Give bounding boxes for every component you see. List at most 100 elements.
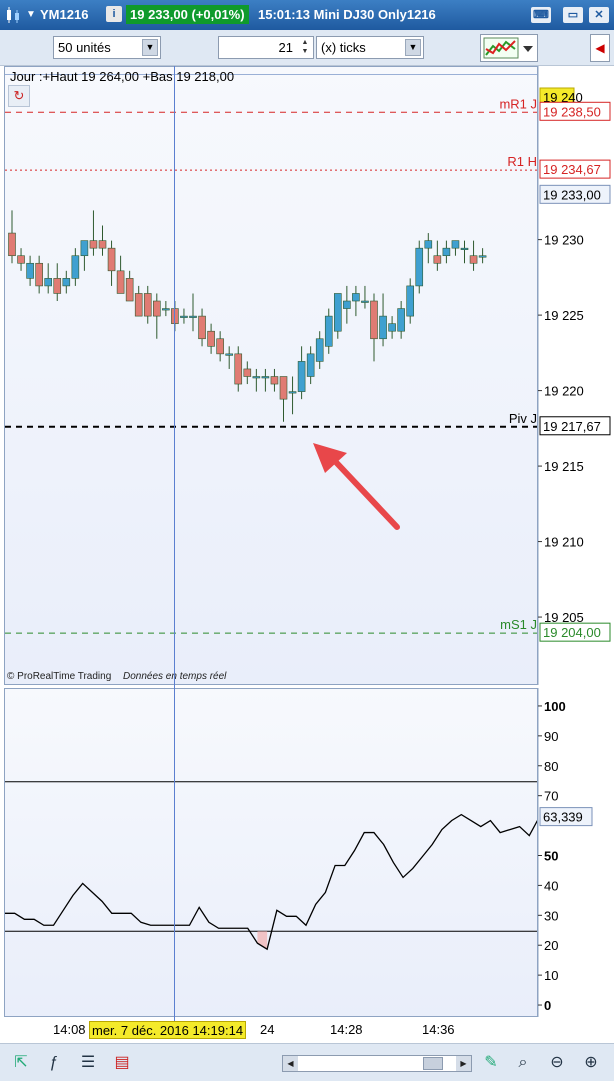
candle-body — [279, 376, 288, 400]
candle — [333, 293, 342, 339]
zoom-fit-icon[interactable]: ⌕ — [512, 1052, 534, 1074]
side-panel-toggle-icon[interactable]: ◀ — [590, 34, 610, 62]
candle-body — [469, 255, 478, 264]
window-title: 15:01:13 Mini DJ30 Only1216 — [258, 7, 436, 22]
candle — [180, 308, 188, 324]
candle — [71, 248, 80, 286]
ticks-unit-value: (x) ticks — [321, 40, 366, 55]
indicator-axis: 100 90 80 70 50 40 30 20 10 0 63,339 — [538, 688, 614, 1017]
copyright-text: © ProRealTime Trading — [7, 671, 112, 682]
candle-body — [415, 247, 424, 287]
candle — [406, 278, 415, 324]
candle — [234, 346, 243, 392]
candle — [370, 293, 378, 362]
candle-body — [388, 323, 396, 332]
chevron-down-icon[interactable]: ▼ — [142, 39, 158, 56]
candle-body — [243, 368, 252, 377]
refresh-icon[interactable]: ↻ — [8, 85, 30, 107]
list-icon[interactable]: ☰ — [77, 1052, 99, 1074]
level-value-label: 19 204,00 — [543, 625, 601, 640]
candle-body — [134, 293, 143, 317]
scroll-right-icon[interactable]: ▶ — [456, 1056, 471, 1071]
keyboard-icon[interactable]: ⌨ — [531, 7, 551, 23]
indicator-panel — [4, 688, 538, 1017]
price-tick-label: 19 210 — [544, 535, 584, 550]
candle — [216, 331, 224, 362]
candle-body — [89, 240, 98, 249]
candle — [297, 346, 306, 400]
symbol-name[interactable]: YM1216 — [40, 0, 88, 30]
bottom-toolbar: ⇱ ƒ ☰ ▤ ◀ ▶ ✎ ⌕ ⊖ ⊕ — [0, 1043, 614, 1081]
time-scrollbar[interactable]: ◀ ▶ — [282, 1055, 472, 1072]
candle-body — [306, 353, 315, 377]
candle — [153, 293, 161, 339]
candle — [89, 210, 98, 256]
chart-type-button[interactable] — [480, 34, 538, 62]
indicator-tick-label: 80 — [544, 759, 558, 774]
candle — [26, 255, 34, 286]
candle — [62, 270, 71, 294]
candle-body — [198, 315, 206, 340]
candle — [352, 285, 360, 317]
time-label: 14:28 — [330, 1022, 363, 1037]
close-icon[interactable]: ✕ — [589, 7, 609, 23]
time-label: 14:08 — [53, 1022, 86, 1037]
ticks-count-stepper[interactable]: 21 ▲ ▼ — [218, 36, 314, 59]
candle — [315, 331, 324, 369]
price-axis: 19 230 19 225 19 220 19 215 19 210 19 205 19 2… — [538, 66, 614, 685]
indicator-icon[interactable]: ƒ — [43, 1052, 65, 1074]
drawing-tools-icon[interactable]: ✎ — [480, 1052, 502, 1074]
candle — [415, 240, 424, 294]
level-value-label: 19 217,67 — [543, 419, 601, 434]
indicator-line — [5, 813, 537, 951]
chevron-down-icon[interactable]: ▼ — [26, 0, 36, 30]
zoom-in-icon[interactable]: ⊕ — [580, 1052, 602, 1074]
candle — [134, 285, 143, 317]
scroll-thumb[interactable] — [423, 1057, 443, 1070]
candle — [469, 240, 478, 271]
indicator-tick-label: 40 — [544, 878, 558, 893]
candle-body — [35, 262, 43, 287]
candle — [261, 368, 270, 392]
price-chart[interactable]: mR1 J R1 H Piv J mS1 J — [5, 67, 538, 685]
units-dropdown[interactable]: 50 unités ▼ — [53, 36, 161, 59]
maximize-icon[interactable]: ▭ — [563, 7, 583, 23]
candle — [143, 285, 152, 324]
candle-body — [406, 285, 415, 317]
candle — [189, 293, 197, 332]
candle — [433, 240, 442, 271]
candle-body — [361, 300, 369, 303]
order-icon[interactable]: ▤ — [111, 1052, 133, 1074]
price-tick-label: 19 215 — [544, 459, 584, 474]
candle-body — [333, 293, 342, 332]
candle — [162, 301, 170, 317]
scroll-left-icon[interactable]: ◀ — [283, 1056, 298, 1071]
candle — [35, 255, 43, 294]
candle-body — [180, 315, 188, 318]
candle — [116, 255, 125, 294]
indicator-tick-label: 90 — [544, 729, 558, 744]
toolbar: 50 unités ▼ 21 ▲ ▼ (x) ticks ▼ ◀ — [0, 30, 614, 66]
pivot-level-label: R1 H — [507, 154, 537, 169]
candle-body — [324, 315, 333, 347]
candle — [397, 301, 405, 339]
candle — [17, 248, 25, 271]
candle-body — [17, 255, 25, 264]
chevron-down-icon[interactable]: ▼ — [405, 39, 421, 56]
candle-body — [71, 255, 80, 279]
candle-body — [460, 247, 469, 250]
stepper-arrows-icon[interactable]: ▲ ▼ — [298, 38, 312, 57]
candle — [343, 285, 351, 324]
indicator-chart[interactable] — [5, 689, 538, 1017]
indicator-tick-label: 50 — [544, 848, 558, 863]
price-tick-label: 19 220 — [544, 384, 584, 399]
zoom-out-icon[interactable]: ⊖ — [546, 1052, 568, 1074]
info-icon[interactable]: i — [106, 6, 122, 22]
annotation-arrow — [330, 456, 400, 530]
units-value: 50 unités — [58, 40, 111, 55]
chart-add-icon[interactable]: ⇱ — [10, 1052, 32, 1074]
pivot-level-label: mR1 J — [499, 96, 537, 111]
candle — [388, 316, 396, 339]
candle-body — [451, 240, 460, 249]
ticks-unit-dropdown[interactable]: (x) ticks ▼ — [316, 36, 424, 59]
